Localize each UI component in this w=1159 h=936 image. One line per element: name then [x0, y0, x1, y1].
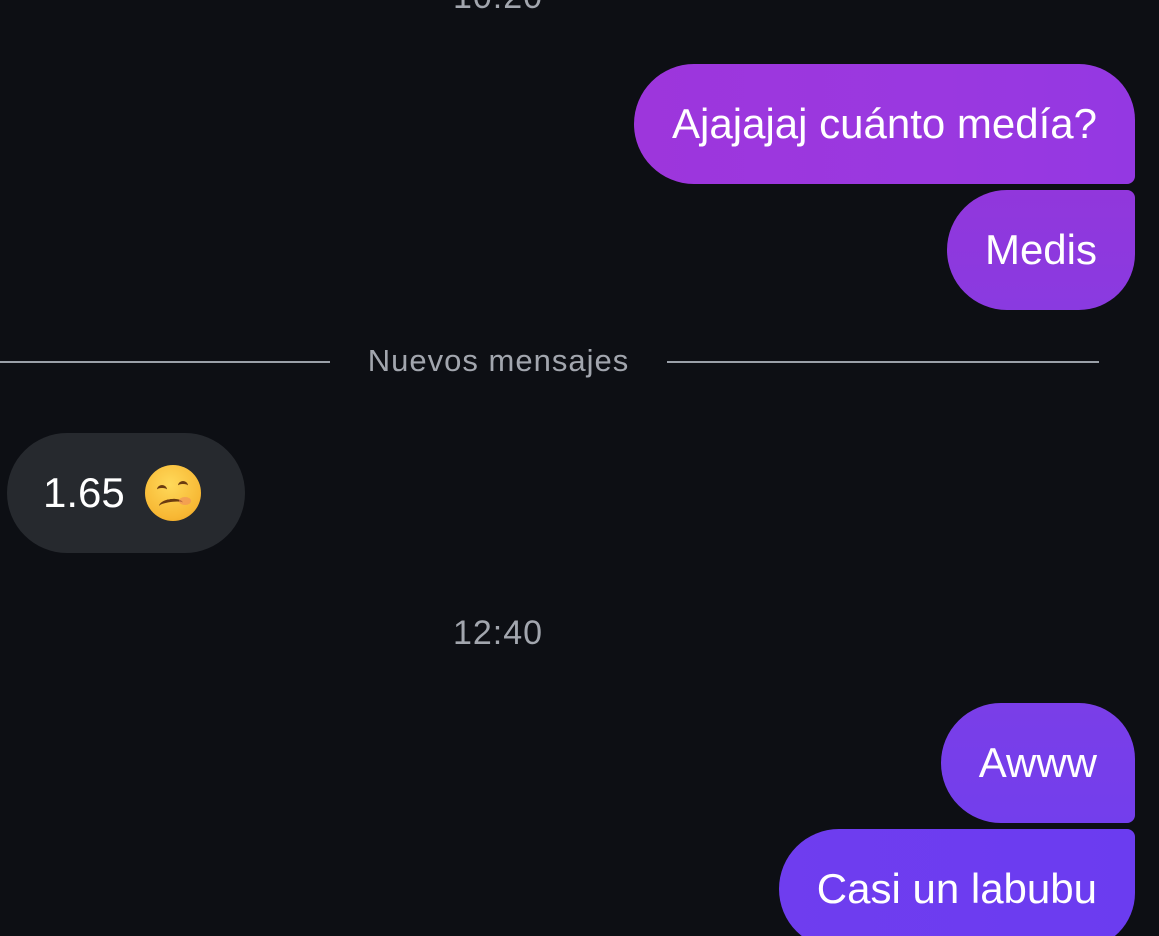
outgoing-message-bubble[interactable]: Casi un labubu: [778, 829, 1135, 936]
message-text: Medis: [984, 226, 1097, 273]
message-text: Awww: [978, 739, 1097, 786]
incoming-message-bubble[interactable]: 1.65: [7, 433, 245, 553]
outgoing-message-bubble[interactable]: Ajajajaj cuánto medía?: [634, 64, 1135, 184]
divider-line-left: [0, 361, 330, 363]
outgoing-message-bubble[interactable]: Awww: [940, 703, 1135, 823]
divider-line-right: [667, 361, 1099, 363]
outgoing-message-bubble[interactable]: Medis: [946, 190, 1135, 310]
message-text: Ajajajaj cuánto medía?: [672, 100, 1097, 147]
message-text: 1.65: [43, 469, 125, 516]
timestamp-top: 10:20: [0, 0, 996, 17]
woozy-face-icon: [144, 465, 201, 521]
new-messages-label: Nuevos mensajes: [367, 343, 630, 378]
new-messages-divider: Nuevos mensajes: [0, 343, 1100, 383]
timestamp-middle: 12:40: [452, 614, 544, 652]
message-text: Casi un labubu: [816, 865, 1097, 912]
